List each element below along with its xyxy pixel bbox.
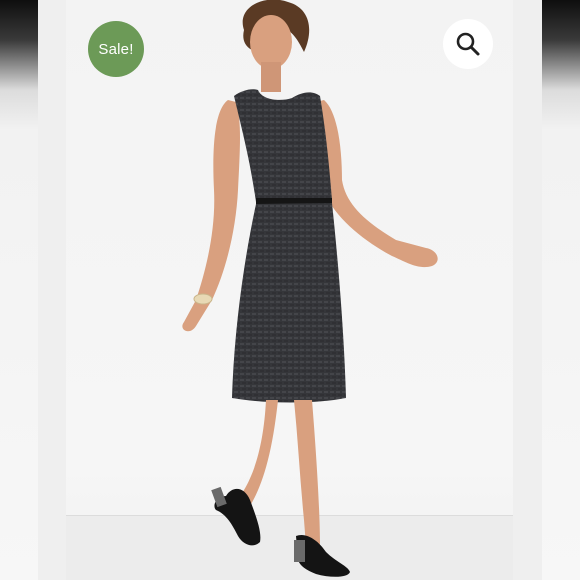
right-blur-band xyxy=(542,0,580,580)
left-blur-band xyxy=(0,0,38,580)
model-in-dress-image xyxy=(182,0,438,577)
face xyxy=(250,15,292,69)
neck xyxy=(261,62,281,92)
left-leg xyxy=(238,400,278,506)
right-leg xyxy=(294,400,320,546)
zoom-button[interactable] xyxy=(443,19,493,69)
dress-bodice xyxy=(234,89,332,202)
product-photo[interactable] xyxy=(66,0,513,580)
search-icon xyxy=(456,32,480,56)
bracelet xyxy=(193,293,213,305)
dress-skirt xyxy=(232,203,346,403)
sale-badge: Sale! xyxy=(88,21,144,77)
product-image-viewer: Sale! xyxy=(0,0,580,580)
sale-badge-label: Sale! xyxy=(98,40,134,58)
right-heel xyxy=(294,540,305,562)
